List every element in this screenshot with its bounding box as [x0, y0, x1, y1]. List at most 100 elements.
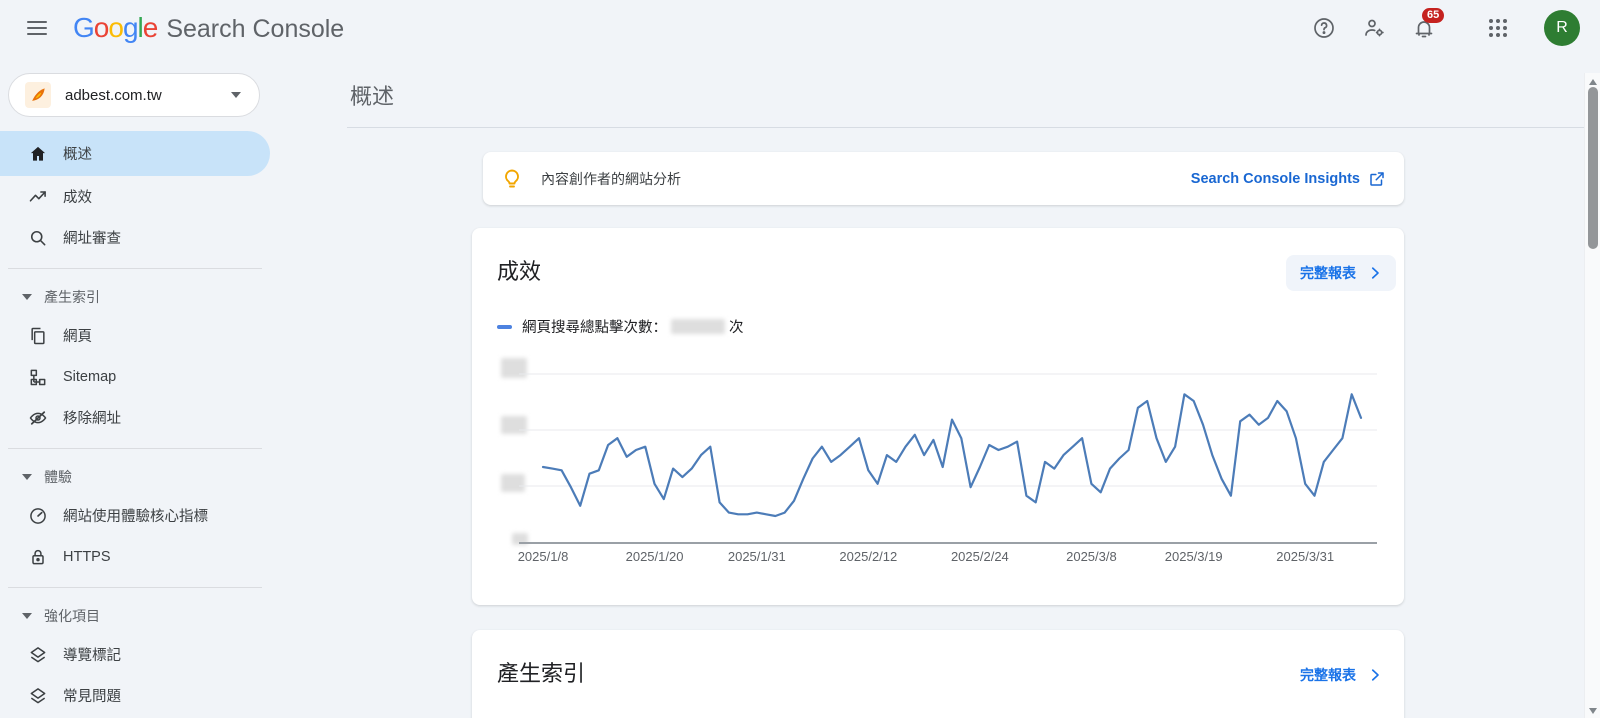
sidebar-item-overview[interactable]: 概述: [0, 131, 270, 176]
scrollbar-thumb[interactable]: [1588, 87, 1598, 249]
performance-card-title: 成效: [497, 254, 541, 286]
sidebar-item-removals[interactable]: 移除網址: [0, 397, 270, 438]
sidebar-item-label: 網址審查: [63, 227, 121, 248]
insights-link-label: Search Console Insights: [1191, 171, 1360, 187]
notifications-bell-icon[interactable]: 65: [1412, 16, 1436, 40]
user-avatar[interactable]: R: [1544, 10, 1580, 46]
sidebar-item-core-web-vitals[interactable]: 網站使用體驗核心指標: [0, 495, 270, 536]
sidebar-section-indexing[interactable]: 產生索引: [0, 279, 270, 315]
sidebar-item-label: 移除網址: [63, 407, 121, 428]
x-axis-ticks: 2025/1/8 2025/1/20 2025/1/31 2025/2/12 2…: [519, 549, 1377, 569]
insights-banner: 內容創作者的網站分析 Search Console Insights: [483, 152, 1404, 205]
sidebar-item-label: 導覽標記: [63, 644, 121, 665]
app-logo[interactable]: Google Search Console: [73, 12, 344, 44]
main-content: 概述 內容創作者的網站分析 Search Console Insights 成效…: [270, 55, 1600, 718]
sidebar-item-label: 常見問題: [63, 685, 121, 706]
insights-banner-text: 內容創作者的網站分析: [541, 169, 1191, 189]
property-name: adbest.com.tw: [65, 87, 231, 104]
chevron-right-icon: [1366, 264, 1384, 282]
x-axis-tick-label: 2025/1/31: [728, 549, 786, 564]
performance-full-report-link[interactable]: 完整報表: [1286, 255, 1396, 291]
sitemap-icon: [28, 367, 48, 387]
lightbulb-icon: [500, 167, 524, 191]
indexing-full-report-link[interactable]: 完整報表: [1286, 657, 1396, 693]
hamburger-menu-icon[interactable]: [27, 21, 47, 35]
sidebar-item-pages[interactable]: 網頁: [0, 315, 270, 356]
legend-unit: 次: [729, 316, 744, 337]
sidebar-section-label: 體驗: [44, 467, 72, 487]
legend-value-redacted: [671, 319, 725, 334]
sidebar-section-label: 產生索引: [44, 287, 100, 307]
apps-grid-icon[interactable]: [1486, 16, 1510, 40]
indexing-card: 產生索引 完整報表: [472, 630, 1404, 718]
sidebar-divider: [8, 587, 262, 588]
sidebar-item-label: 網頁: [63, 325, 92, 346]
property-selector[interactable]: adbest.com.tw: [8, 73, 260, 117]
performance-chart-svg: [519, 360, 1377, 550]
scrollbar-up-arrow[interactable]: [1589, 79, 1597, 85]
title-divider: [347, 127, 1600, 128]
notification-badge: 65: [1422, 8, 1444, 23]
sidebar-divider: [8, 448, 262, 449]
sidebar-section-experience[interactable]: 體驗: [0, 459, 270, 495]
sidebar: adbest.com.tw 概述 成效 網址審查 產生索引: [0, 55, 270, 718]
sidebar-section-label: 強化項目: [44, 606, 100, 626]
sidebar-item-faq[interactable]: 常見問題: [0, 675, 270, 716]
sidebar-item-label: Sitemap: [63, 369, 116, 385]
performance-chart[interactable]: [519, 360, 1377, 550]
sidebar-item-url-inspection[interactable]: 網址審查: [0, 217, 270, 258]
chevron-right-icon: [1366, 666, 1384, 684]
external-link-icon: [1368, 170, 1386, 188]
scrollbar-down-arrow[interactable]: [1589, 708, 1597, 714]
lock-icon: [28, 547, 48, 567]
caret-down-icon: [22, 613, 32, 619]
insights-link[interactable]: Search Console Insights: [1191, 170, 1386, 188]
header-actions: 65 R: [1312, 0, 1580, 55]
x-axis-tick-label: 2025/3/8: [1066, 549, 1117, 564]
home-icon: [28, 144, 48, 164]
sidebar-item-sitemaps[interactable]: Sitemap: [0, 356, 270, 397]
legend-dash-icon: [497, 325, 512, 329]
search-icon: [28, 228, 48, 248]
chevron-down-icon: [231, 92, 241, 98]
x-axis-tick-label: 2025/2/24: [951, 549, 1009, 564]
performance-card: 成效 完整報表 網頁搜尋總點擊次數： 次 2025/1/8: [472, 228, 1404, 605]
layers-icon: [28, 686, 48, 706]
sidebar-item-label: 概述: [63, 143, 92, 164]
sidebar-divider: [8, 268, 262, 269]
indexing-card-title: 產生索引: [497, 656, 585, 688]
sidebar-item-label: 網站使用體驗核心指標: [63, 505, 208, 526]
trending-up-icon: [28, 187, 48, 207]
sidebar-item-https[interactable]: HTTPS: [0, 536, 270, 577]
google-logo: Google: [73, 12, 157, 44]
x-axis-tick-label: 2025/3/31: [1276, 549, 1334, 564]
x-axis-tick-label: 2025/1/20: [626, 549, 684, 564]
x-axis-tick-label: 2025/1/8: [518, 549, 569, 564]
x-axis-tick-label: 2025/3/19: [1165, 549, 1223, 564]
full-report-label: 完整報表: [1300, 665, 1356, 685]
caret-down-icon: [22, 294, 32, 300]
x-axis-tick-label: 2025/2/12: [839, 549, 897, 564]
app-header: Google Search Console 65 R: [0, 0, 1600, 55]
caret-down-icon: [22, 474, 32, 480]
sidebar-item-label: HTTPS: [63, 549, 111, 565]
pages-icon: [28, 326, 48, 346]
help-icon[interactable]: [1312, 16, 1336, 40]
sidebar-nav: 概述 成效 網址審查 產生索引 網頁: [0, 131, 270, 716]
eye-off-icon: [28, 408, 48, 428]
layers-icon: [28, 645, 48, 665]
sidebar-item-breadcrumbs[interactable]: 導覽標記: [0, 634, 270, 675]
gauge-icon: [28, 506, 48, 526]
sidebar-item-label: 成效: [63, 186, 92, 207]
property-favicon: [25, 82, 51, 108]
product-name: Search Console: [166, 15, 344, 44]
vertical-scrollbar[interactable]: [1584, 73, 1600, 718]
user-settings-icon[interactable]: [1362, 16, 1386, 40]
clicks-line-series: [543, 394, 1361, 516]
sidebar-section-enhancements[interactable]: 強化項目: [0, 598, 270, 634]
page-title: 概述: [350, 79, 394, 111]
full-report-label: 完整報表: [1300, 263, 1356, 283]
sidebar-item-performance[interactable]: 成效: [0, 176, 270, 217]
chart-legend: 網頁搜尋總點擊次數： 次: [497, 316, 744, 337]
legend-label: 網頁搜尋總點擊次數：: [522, 316, 667, 337]
